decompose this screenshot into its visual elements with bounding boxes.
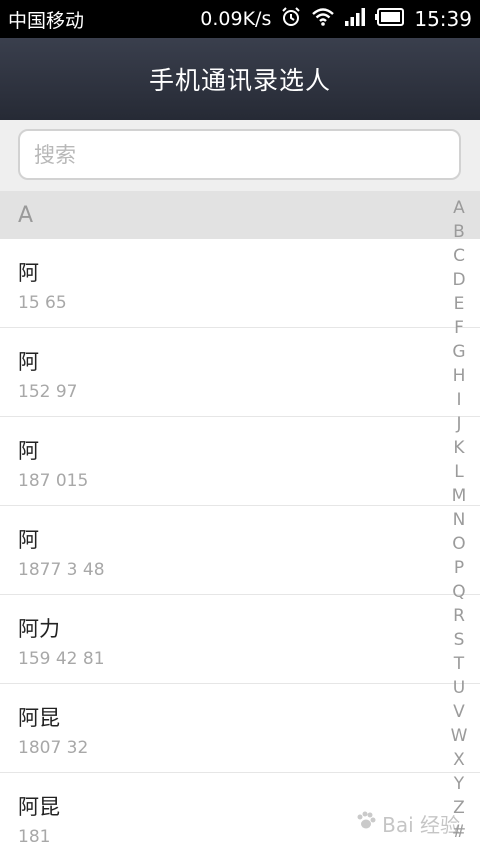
search-input[interactable] [18,129,461,180]
nav-header: 手机通讯录选人 [0,38,480,120]
index-letter-h[interactable]: H [453,364,466,388]
index-letter-d[interactable]: D [452,268,465,292]
index-letter-p[interactable]: P [454,556,464,580]
contact-name: 阿 [18,350,39,374]
contact-name: 阿 [18,439,39,463]
section-header-a: A [0,191,480,239]
index-letter-g[interactable]: G [452,340,465,364]
wifi-icon [311,7,335,32]
index-letter-y[interactable]: Y [454,772,464,796]
index-letter-o[interactable]: O [452,532,465,556]
index-letter-f[interactable]: F [454,316,464,340]
contact-phone: 1877 3 48 [18,560,105,580]
page-title: 手机通讯录选人 [148,66,331,95]
watermark-text: Bai 经验 [382,813,460,837]
watermark: Bai 经验 [354,809,460,838]
signal-icon [344,7,366,32]
index-letter-i[interactable]: I [456,388,461,412]
index-letter-k[interactable]: K [453,436,464,460]
status-indicators: 0.09K/s 15:39 [200,6,472,33]
index-letter-n[interactable]: N [453,508,466,532]
alphabet-index[interactable]: A B C D E F G H I J K L M N O P Q R S T … [448,196,470,844]
index-letter-t[interactable]: T [454,652,464,676]
list-item[interactable]: 阿力 159 42 81 [0,595,480,684]
contact-name: 阿 [18,261,39,285]
paw-icon [354,809,378,838]
contact-phone: 152 97 [18,382,78,402]
list-item[interactable]: 阿 1877 3 48 [0,506,480,595]
list-item[interactable]: 阿 187 015 [0,417,480,506]
index-letter-u[interactable]: U [453,676,465,700]
index-letter-q[interactable]: Q [452,580,465,604]
index-letter-v[interactable]: V [453,700,465,724]
net-speed: 0.09K/s [200,8,272,30]
clock: 15:39 [414,7,472,31]
list-item[interactable]: 阿 15 65 [0,239,480,328]
index-letter-r[interactable]: R [453,604,465,628]
index-letter-l[interactable]: L [454,460,463,484]
index-letter-s[interactable]: S [454,628,465,652]
search-bar [0,120,480,191]
contact-phone: 159 42 81 [18,649,105,669]
contact-name: 阿昆 [18,706,60,730]
battery-icon [375,7,405,31]
carrier-label: 中国移动 [8,9,85,32]
index-letter-b[interactable]: B [453,220,465,244]
contact-phone: 15 65 [18,293,67,313]
index-letter-x[interactable]: X [453,748,465,772]
contact-name: 阿力 [18,617,60,641]
section-letter: A [18,202,34,228]
index-letter-c[interactable]: C [453,244,465,268]
contact-list: 阿 15 65 阿 152 97 阿 187 015 阿 1877 3 48 阿… [0,239,480,854]
index-letter-j[interactable]: J [456,412,461,436]
index-letter-m[interactable]: M [452,484,467,508]
index-letter-a[interactable]: A [453,196,465,220]
contact-phone: 1807 32 [18,738,89,758]
contact-name: 阿 [18,528,39,552]
contact-phone: 187 015 [18,471,89,491]
index-letter-w[interactable]: W [451,724,468,748]
status-bar: 中国移动 0.09K/s 15:39 [0,0,480,38]
list-item[interactable]: 阿 152 97 [0,328,480,417]
index-letter-e[interactable]: E [454,292,465,316]
contact-name: 阿昆 [18,795,60,819]
alarm-icon [280,6,302,33]
list-item[interactable]: 阿昆 1807 32 [0,684,480,773]
contact-phone: 181 [18,827,51,847]
